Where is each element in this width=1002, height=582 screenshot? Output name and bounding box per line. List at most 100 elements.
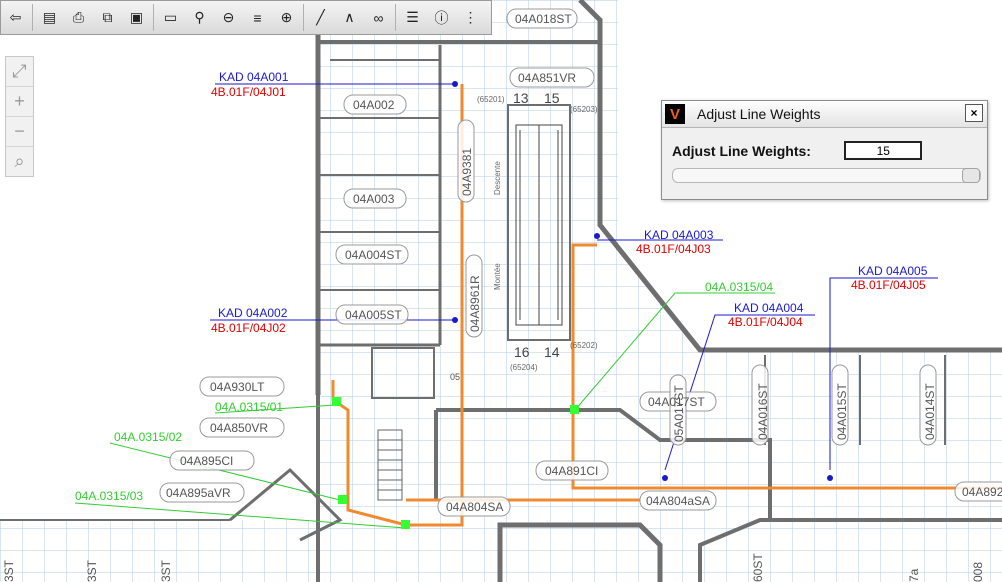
print-button[interactable]: ⎙	[66, 4, 91, 31]
kad-label[interactable]: KAD 04A004	[734, 301, 804, 315]
ruler-icon: ╱	[316, 9, 325, 25]
room-label: 04A850VR	[210, 421, 268, 435]
adjust-line-weights-dialog: V Adjust Line Weights × Adjust Line Weig…	[661, 100, 988, 200]
zone-code: (65204)	[510, 363, 538, 372]
compass-button[interactable]: ∧	[337, 4, 362, 31]
folder-icon: ▭	[163, 9, 178, 25]
room-label: 04A014ST	[923, 383, 937, 440]
zoom-text-icon: ⚲	[194, 9, 205, 25]
color-window-button[interactable]: ▣	[124, 4, 149, 31]
toolbar-separator	[303, 4, 304, 31]
connection-label[interactable]: 04A.0315/01	[215, 400, 283, 414]
room-label: 05	[450, 372, 460, 382]
printer-icon: ⎙	[72, 9, 85, 25]
window-button[interactable]: ⧉	[95, 4, 120, 31]
connection-label[interactable]: 04A.0315/03	[75, 489, 143, 503]
app-logo-icon: V	[665, 104, 685, 124]
layer-stack-button[interactable]: ≡	[245, 4, 270, 31]
line-weight-label: Adjust Line Weights:	[672, 142, 811, 159]
zoom-window-button[interactable]: ⌕	[6, 147, 33, 176]
layer-minus-icon: ⊖	[222, 9, 235, 25]
compass-icon: ∧	[344, 9, 355, 25]
connection-label[interactable]: 04A.0315/02	[114, 430, 182, 444]
plus-icon: +	[14, 91, 25, 111]
more-button[interactable]: ⋮	[458, 4, 483, 31]
zone-code: (65201)	[477, 95, 505, 104]
close-button[interactable]: ×	[965, 104, 983, 122]
back-button[interactable]: ⇦	[3, 4, 28, 31]
room-label: 04A8961R	[468, 275, 482, 332]
room-label: 04A003	[353, 192, 395, 206]
slider-thumb[interactable]	[962, 168, 980, 183]
room-label: 04A004ST	[345, 248, 402, 262]
zone-code: (65202)	[570, 341, 598, 350]
ref-label[interactable]: 4B.01F/04J04	[728, 315, 803, 329]
zoom-extent-icon: ⤢	[12, 61, 27, 81]
line-weight-icon: ☰	[406, 9, 419, 25]
line-weight-slider[interactable]	[672, 168, 981, 183]
line-weight-input[interactable]	[843, 141, 922, 160]
floor-plan-canvas[interactable]: 04A018ST 04A851VR 04A002 04A003 04A004ST…	[0, 0, 1002, 582]
room-label: 008	[971, 562, 985, 582]
layer-icon: ▤	[42, 9, 57, 25]
room-label: 04A016ST	[756, 383, 770, 440]
layer-plus-button[interactable]: ⊕	[274, 4, 299, 31]
escalator-label: Montée	[493, 263, 502, 290]
room-label: 04A895aVR	[166, 486, 231, 500]
close-icon: ×	[970, 106, 978, 120]
binoculars-button[interactable]: ∞	[366, 4, 391, 31]
room-label: 04A895CI	[180, 454, 233, 468]
info-icon: ⓘ	[434, 9, 449, 26]
room-label: 3ST	[85, 559, 99, 582]
room-label: 04A930LT	[210, 380, 265, 394]
room-label: 7a	[907, 568, 921, 582]
room-label: 3ST	[159, 559, 173, 582]
layer-stack-icon: ≡	[253, 9, 262, 26]
escalator-number: 13	[513, 90, 529, 106]
ref-label[interactable]: 4B.01F/04J01	[211, 85, 286, 99]
zoom-text-button[interactable]: ⚲	[187, 4, 212, 31]
layer-minus-button[interactable]: ⊖	[216, 4, 241, 31]
info-button[interactable]: ⓘ	[429, 4, 454, 31]
kad-label[interactable]: KAD 04A003	[644, 228, 714, 242]
escalator-number: 14	[544, 344, 560, 360]
room-label: 04A015ST	[835, 383, 849, 440]
connection-label[interactable]: 04A.0315/04	[705, 280, 773, 294]
kad-label[interactable]: KAD 04A005	[858, 264, 928, 278]
ref-label[interactable]: 4B.01F/04J03	[636, 242, 711, 256]
toolbar-separator	[395, 4, 396, 31]
room-label: 04A851VR	[518, 71, 576, 85]
zone-code: (65203)	[570, 105, 598, 114]
kad-label[interactable]: KAD 04A001	[219, 70, 289, 84]
more-vertical-icon: ⋮	[463, 9, 478, 25]
room-label: 04A891CI	[545, 464, 598, 478]
escalator-number: 16	[514, 344, 530, 360]
ruler-button[interactable]: ╱	[308, 4, 333, 31]
window-icon: ⧉	[102, 9, 113, 25]
zoom-extent-button[interactable]: ⤢	[6, 57, 33, 87]
room-label: 04A002	[353, 98, 395, 112]
zoom-out-button[interactable]: −	[6, 117, 33, 147]
main-toolbar: ⇦ ▤ ⎙ ⧉ ▣ ▭ ⚲ ⊖ ≡ ⊕ ╱ ∧ ∞ ☰ ⓘ ⋮	[0, 0, 492, 35]
magnifier-icon: ⌕	[14, 151, 25, 171]
dialog-titlebar[interactable]: V Adjust Line Weights ×	[662, 101, 987, 128]
kad-label[interactable]: KAD 04A002	[218, 306, 288, 320]
zoom-in-button[interactable]: +	[6, 87, 33, 117]
room-label: 04A005ST	[345, 308, 402, 322]
room-label: 04A9381	[460, 148, 474, 196]
line-weight-button[interactable]: ☰	[400, 4, 425, 31]
room-label: 04A804aSA	[646, 494, 710, 508]
layer-button[interactable]: ▤	[37, 4, 62, 31]
minus-icon: −	[14, 121, 25, 141]
room-label: 60ST	[751, 553, 765, 582]
binoculars-icon: ∞	[373, 9, 384, 26]
room-label: 04A018ST	[515, 12, 572, 26]
open-folder-button[interactable]: ▭	[158, 4, 183, 31]
ref-label[interactable]: 4B.01F/04J05	[851, 278, 926, 292]
zoom-control: ⤢ + − ⌕	[5, 56, 34, 177]
ref-label[interactable]: 4B.01F/04J02	[211, 321, 286, 335]
toolbar-separator	[32, 4, 33, 31]
room-label: 04A892C	[962, 485, 1002, 499]
layer-plus-icon: ⊕	[280, 9, 293, 25]
room-label: 05A017ST	[672, 385, 686, 442]
